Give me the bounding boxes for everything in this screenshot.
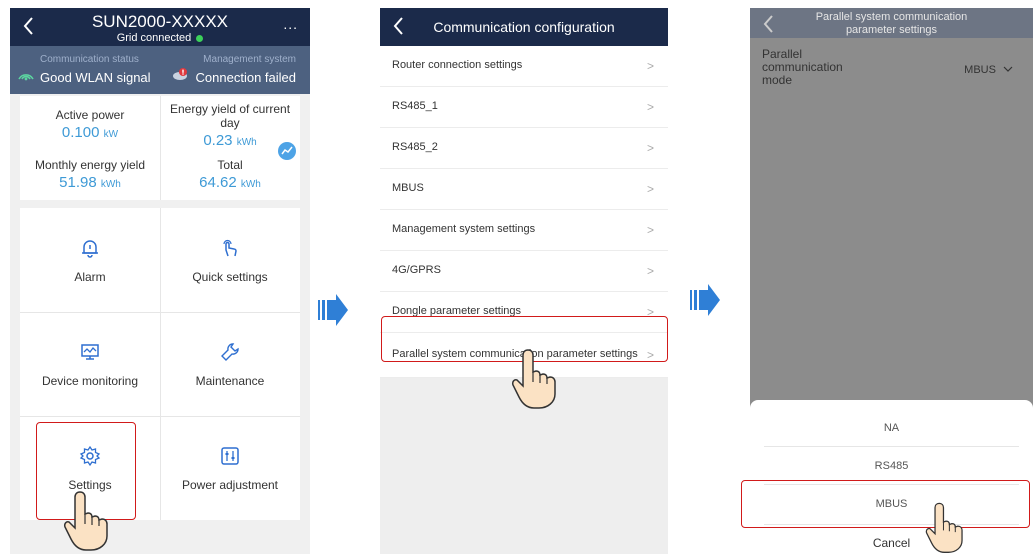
menu-item-power-adjustment[interactable]: Power adjustment bbox=[160, 416, 300, 520]
menu-item-label: Maintenance bbox=[195, 374, 265, 388]
more-menu-button[interactable]: ... bbox=[283, 16, 298, 32]
daily-yield-unit: kWh bbox=[236, 137, 257, 148]
menu-item-label: Power adjustment bbox=[181, 478, 279, 492]
option-picker-sheet: NA RS485 MBUS Cancel bbox=[750, 400, 1033, 554]
list-item-label: MBUS bbox=[392, 182, 424, 194]
alarm-bell-icon bbox=[82, 240, 98, 258]
highlight-box bbox=[741, 480, 1030, 528]
total-yield-value: 64.62 kWh bbox=[160, 174, 300, 191]
list-item-label: RS485_2 bbox=[392, 141, 438, 153]
monthly-yield-value: 51.98 kWh bbox=[20, 174, 160, 191]
communication-status-label: Communication status bbox=[40, 54, 139, 65]
communication-status-value: Good WLAN signal bbox=[40, 70, 151, 85]
list-item-label: Management system settings bbox=[392, 223, 536, 235]
parameter-value-text: MBUS bbox=[964, 64, 996, 76]
total-yield-cell: Total 64.62 kWh bbox=[160, 158, 300, 191]
chevron-down-icon bbox=[1003, 66, 1013, 72]
active-power-cell: Active power 0.100 kW bbox=[20, 108, 160, 141]
menu-item-alarm[interactable]: Alarm bbox=[20, 208, 160, 312]
communication-status[interactable]: Communication status Good WLAN signal bbox=[10, 46, 160, 94]
divider bbox=[764, 446, 1019, 447]
list-item-label: RS485_1 bbox=[392, 100, 438, 112]
monthly-yield-unit: kWh bbox=[100, 179, 121, 190]
list-item-router-connection[interactable]: Router connection settings > bbox=[380, 46, 668, 87]
next-step-arrow-icon bbox=[690, 284, 720, 316]
total-yield-unit: kWh bbox=[240, 179, 261, 190]
header: SUN2000-XXXXX Grid connected ... bbox=[10, 8, 310, 46]
grid-status-text: Grid connected bbox=[116, 32, 192, 44]
chevron-right-icon: > bbox=[646, 182, 654, 196]
menu-item-quick-settings[interactable]: Quick settings bbox=[160, 208, 300, 312]
parallel-communication-mode-row[interactable]: Parallel communication mode MBUS bbox=[750, 38, 1033, 94]
monitor-chart-icon bbox=[81, 344, 99, 360]
menu-item-label: Quick settings bbox=[192, 270, 268, 284]
monthly-yield-label: Monthly energy yield bbox=[34, 158, 146, 172]
management-system-value: Connection failed bbox=[195, 70, 296, 85]
slider-adjust-icon bbox=[221, 447, 239, 465]
energy-summary-card: Active power 0.100 kW Energy yield of cu… bbox=[20, 96, 300, 200]
page-title: Parallel system communication parameter s… bbox=[750, 11, 1033, 37]
tap-hand-icon bbox=[223, 239, 237, 257]
active-power-unit: kW bbox=[103, 129, 119, 140]
header: Communication configuration bbox=[380, 8, 668, 46]
list-item-rs485-2[interactable]: RS485_2 > bbox=[380, 128, 668, 169]
status-dot-icon bbox=[196, 34, 204, 42]
pointing-hand-icon bbox=[64, 491, 108, 551]
cloud-error-icon bbox=[173, 68, 187, 80]
wrench-icon bbox=[221, 343, 239, 361]
menu-item-device-monitoring[interactable]: Device monitoring bbox=[20, 312, 160, 416]
parameter-value: MBUS bbox=[964, 64, 1013, 76]
chevron-right-icon: > bbox=[646, 141, 654, 155]
app-screen-communication-configuration: Communication configuration Router conne… bbox=[380, 8, 668, 554]
header: Parallel system communication parameter s… bbox=[750, 8, 1033, 38]
daily-yield-number: 0.23 bbox=[203, 132, 233, 149]
wlan-signal-icon bbox=[18, 74, 34, 81]
chevron-right-icon: > bbox=[646, 223, 654, 237]
list-item-management-system[interactable]: Management system settings > bbox=[380, 210, 668, 251]
menu-item-maintenance[interactable]: Maintenance bbox=[160, 312, 300, 416]
device-title: SUN2000-XXXXX bbox=[91, 12, 229, 31]
status-bar: Communication status Good WLAN signal Ma… bbox=[10, 46, 310, 94]
page-title-line2: parameter settings bbox=[845, 24, 938, 36]
option-rs485[interactable]: RS485 bbox=[750, 460, 1033, 472]
parameter-label: Parallel communication mode bbox=[762, 47, 843, 87]
page-title: Communication configuration bbox=[433, 19, 615, 35]
active-power-value: 0.100 kW bbox=[20, 124, 160, 141]
grid-status: Grid connected bbox=[10, 32, 310, 44]
chevron-right-icon: > bbox=[646, 264, 654, 278]
next-step-arrow-icon bbox=[318, 294, 348, 326]
chevron-right-icon: > bbox=[646, 100, 654, 114]
active-power-label: Active power bbox=[55, 108, 125, 122]
cancel-button[interactable]: Cancel bbox=[750, 536, 1033, 550]
list-item-label: Router connection settings bbox=[392, 59, 523, 71]
menu-item-label: Device monitoring bbox=[41, 374, 139, 388]
pointing-hand-icon bbox=[925, 502, 963, 553]
monthly-yield-cell: Monthly energy yield 51.98 kWh bbox=[20, 158, 160, 191]
chevron-right-icon: > bbox=[646, 59, 654, 73]
app-screen-parallel-communication-settings: Parallel system communication parameter s… bbox=[750, 8, 1033, 554]
list-item-rs485-1[interactable]: RS485_1 > bbox=[380, 87, 668, 128]
management-system-status[interactable]: Management system Connection failed bbox=[160, 46, 310, 94]
list-item-4g-gprs[interactable]: 4G/GPRS > bbox=[380, 251, 668, 292]
total-yield-label: Total bbox=[217, 158, 243, 172]
active-power-number: 0.100 bbox=[61, 124, 100, 141]
list-item-label: 4G/GPRS bbox=[392, 264, 441, 276]
option-na[interactable]: NA bbox=[750, 422, 1033, 434]
pointing-hand-icon bbox=[512, 349, 556, 409]
daily-yield-label: Energy yield of current day bbox=[169, 102, 291, 130]
management-system-label: Management system bbox=[203, 54, 296, 65]
monthly-yield-number: 51.98 bbox=[59, 174, 97, 191]
page-title-line1: Parallel system communication bbox=[815, 11, 968, 23]
menu-item-label: Alarm bbox=[74, 270, 106, 284]
total-yield-number: 64.62 bbox=[199, 174, 237, 191]
list-item-mbus[interactable]: MBUS > bbox=[380, 169, 668, 210]
